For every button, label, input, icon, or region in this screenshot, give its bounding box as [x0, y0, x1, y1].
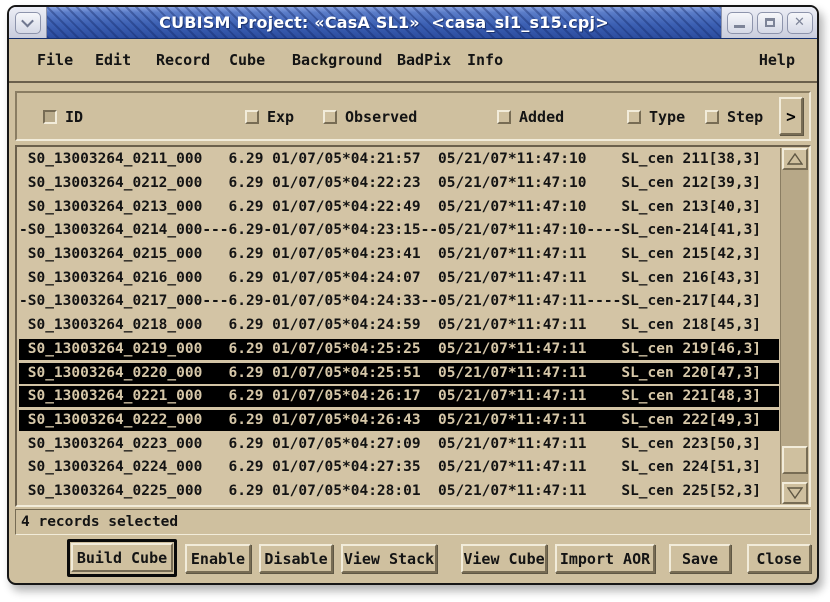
action-button-row: Build Cube Enable Disable View Stack Vie…: [9, 539, 817, 579]
menu-info[interactable]: Info: [467, 51, 503, 69]
list-row-text: S0_13003264_0221_000 6.29 01/07/05*04:26…: [19, 386, 779, 408]
menu-help[interactable]: Help: [759, 51, 795, 69]
close-action-button[interactable]: Close: [747, 544, 811, 573]
menu-badpix[interactable]: BadPix: [397, 51, 451, 69]
menu-record[interactable]: Record: [156, 51, 210, 69]
status-text: 4 records selected: [21, 514, 179, 530]
minimize-icon: [734, 25, 745, 28]
triangle-up-icon: [787, 153, 803, 165]
menu-file[interactable]: File: [37, 51, 73, 69]
column-label-added: Added: [519, 108, 565, 126]
close-button[interactable]: ✕: [786, 11, 813, 34]
list-row-text: S0_13003264_0213_000 6.29 01/07/05*04:22…: [19, 198, 762, 215]
list-row-text: S0_13003264_0218_000 6.29 01/07/05*04:24…: [19, 317, 762, 334]
checkbox-id[interactable]: [43, 110, 57, 124]
list-row[interactable]: S0_13003264_0211_000 6.29 01/07/05*04:21…: [19, 148, 779, 172]
column-label-step: Step: [727, 108, 764, 126]
scroll-down-button[interactable]: [782, 482, 808, 504]
list-row-text: S0_13003264_0211_000 6.29 01/07/05*04:21…: [19, 151, 762, 168]
checkbox-added[interactable]: [497, 110, 511, 124]
checkbox-exp[interactable]: [245, 110, 259, 124]
list-row-text: S0_13003264_0216_000 6.29 01/07/05*04:24…: [19, 269, 762, 286]
list-row[interactable]: S0_13003264_0218_000 6.29 01/07/05*04:24…: [19, 314, 779, 338]
import-aor-button[interactable]: Import AOR: [555, 544, 655, 573]
list-row-text: S0_13003264_0225_000 6.29 01/07/05*04:28…: [19, 482, 762, 499]
cubism-project-window: CUBISM Project: «CasA SL1» <casa_sl1_s15…: [7, 5, 819, 585]
record-list: S0_13003264_0211_000 6.29 01/07/05*04:21…: [15, 145, 811, 507]
list-row[interactable]: S0_13003264_0219_000 6.29 01/07/05*04:25…: [19, 338, 779, 362]
list-row-text: S0_13003264_0222_000 6.29 01/07/05*04:26…: [19, 409, 779, 431]
chevron-down-icon: [21, 14, 34, 28]
list-row[interactable]: -S0_13003264_0214_000---6.29-01/07/05*04…: [19, 219, 779, 243]
window-menu-button[interactable]: [14, 11, 41, 34]
column-label-exp: Exp: [267, 108, 295, 126]
titlebar-left: [9, 7, 47, 38]
list-row-text: S0_13003264_0223_000 6.29 01/07/05*04:27…: [19, 435, 762, 452]
titlebar-right: ✕: [721, 7, 817, 38]
status-bar: 4 records selected: [15, 509, 811, 535]
list-row-text: S0_13003264_0219_000 6.29 01/07/05*04:25…: [19, 338, 779, 360]
list-row[interactable]: S0_13003264_0216_000 6.29 01/07/05*04:24…: [19, 266, 779, 290]
list-row[interactable]: -S0_13003264_0217_000---6.29-01/07/05*04…: [19, 290, 779, 314]
column-label-observed: Observed: [345, 108, 418, 126]
list-row[interactable]: S0_13003264_0222_000 6.29 01/07/05*04:26…: [19, 409, 779, 433]
list-row[interactable]: S0_13003264_0212_000 6.29 01/07/05*04:22…: [19, 172, 779, 196]
column-label-type: Type: [649, 108, 686, 126]
menubar: File Edit Record Cube Background BadPix …: [9, 39, 817, 83]
column-header-panel: ID Exp Observed Added Type Step >: [15, 91, 811, 141]
menu-background[interactable]: Background: [292, 51, 382, 69]
record-rows: S0_13003264_0211_000 6.29 01/07/05*04:21…: [19, 148, 779, 504]
window-title: CUBISM Project: «CasA SL1» <casa_sl1_s15…: [159, 13, 609, 32]
view-stack-button[interactable]: View Stack: [341, 544, 437, 573]
disable-button[interactable]: Disable: [259, 544, 333, 573]
default-button-ring: Build Cube: [67, 539, 177, 577]
list-row-text: S0_13003264_0220_000 6.29 01/07/05*04:25…: [19, 362, 779, 384]
triangle-down-icon: [787, 487, 803, 499]
list-row-text: S0_13003264_0215_000 6.29 01/07/05*04:23…: [19, 246, 762, 263]
checkbox-step[interactable]: [705, 110, 719, 124]
list-row[interactable]: S0_13003264_0223_000 6.29 01/07/05*04:27…: [19, 432, 779, 456]
list-row-text: -S0_13003264_0214_000---6.29-01/07/05*04…: [19, 222, 762, 239]
list-row[interactable]: S0_13003264_0213_000 6.29 01/07/05*04:22…: [19, 195, 779, 219]
list-row-text: -S0_13003264_0217_000---6.29-01/07/05*04…: [19, 293, 762, 310]
list-row-text: S0_13003264_0224_000 6.29 01/07/05*04:27…: [19, 459, 762, 476]
scrollbar-thumb[interactable]: [782, 446, 808, 474]
list-row[interactable]: S0_13003264_0215_000 6.29 01/07/05*04:23…: [19, 243, 779, 267]
checkbox-observed[interactable]: [323, 110, 337, 124]
list-row-text: S0_13003264_0212_000 6.29 01/07/05*04:22…: [19, 175, 762, 192]
menu-edit[interactable]: Edit: [95, 51, 131, 69]
titlebar[interactable]: CUBISM Project: «CasA SL1» <casa_sl1_s15…: [9, 7, 817, 39]
scroll-up-button[interactable]: [782, 148, 808, 170]
view-cube-button[interactable]: View Cube: [461, 544, 547, 573]
column-label-id: ID: [65, 108, 84, 126]
maximize-icon: [764, 18, 775, 27]
close-icon: ✕: [794, 15, 805, 30]
list-row[interactable]: S0_13003264_0221_000 6.29 01/07/05*04:26…: [19, 385, 779, 409]
save-button[interactable]: Save: [669, 544, 731, 573]
list-row[interactable]: S0_13003264_0225_000 6.29 01/07/05*04:28…: [19, 480, 779, 504]
menu-cube[interactable]: Cube: [229, 51, 265, 69]
titlebar-stripes: CUBISM Project: «CasA SL1» <casa_sl1_s15…: [47, 7, 721, 38]
list-row[interactable]: S0_13003264_0220_000 6.29 01/07/05*04:25…: [19, 361, 779, 385]
build-cube-button[interactable]: Build Cube: [71, 543, 173, 572]
enable-button[interactable]: Enable: [185, 544, 251, 573]
minimize-button[interactable]: [726, 11, 753, 34]
checkbox-type[interactable]: [627, 110, 641, 124]
vertical-scrollbar[interactable]: [780, 148, 808, 504]
more-columns-button[interactable]: >: [779, 97, 803, 135]
maximize-button[interactable]: [756, 11, 783, 34]
list-row[interactable]: S0_13003264_0224_000 6.29 01/07/05*04:27…: [19, 456, 779, 480]
